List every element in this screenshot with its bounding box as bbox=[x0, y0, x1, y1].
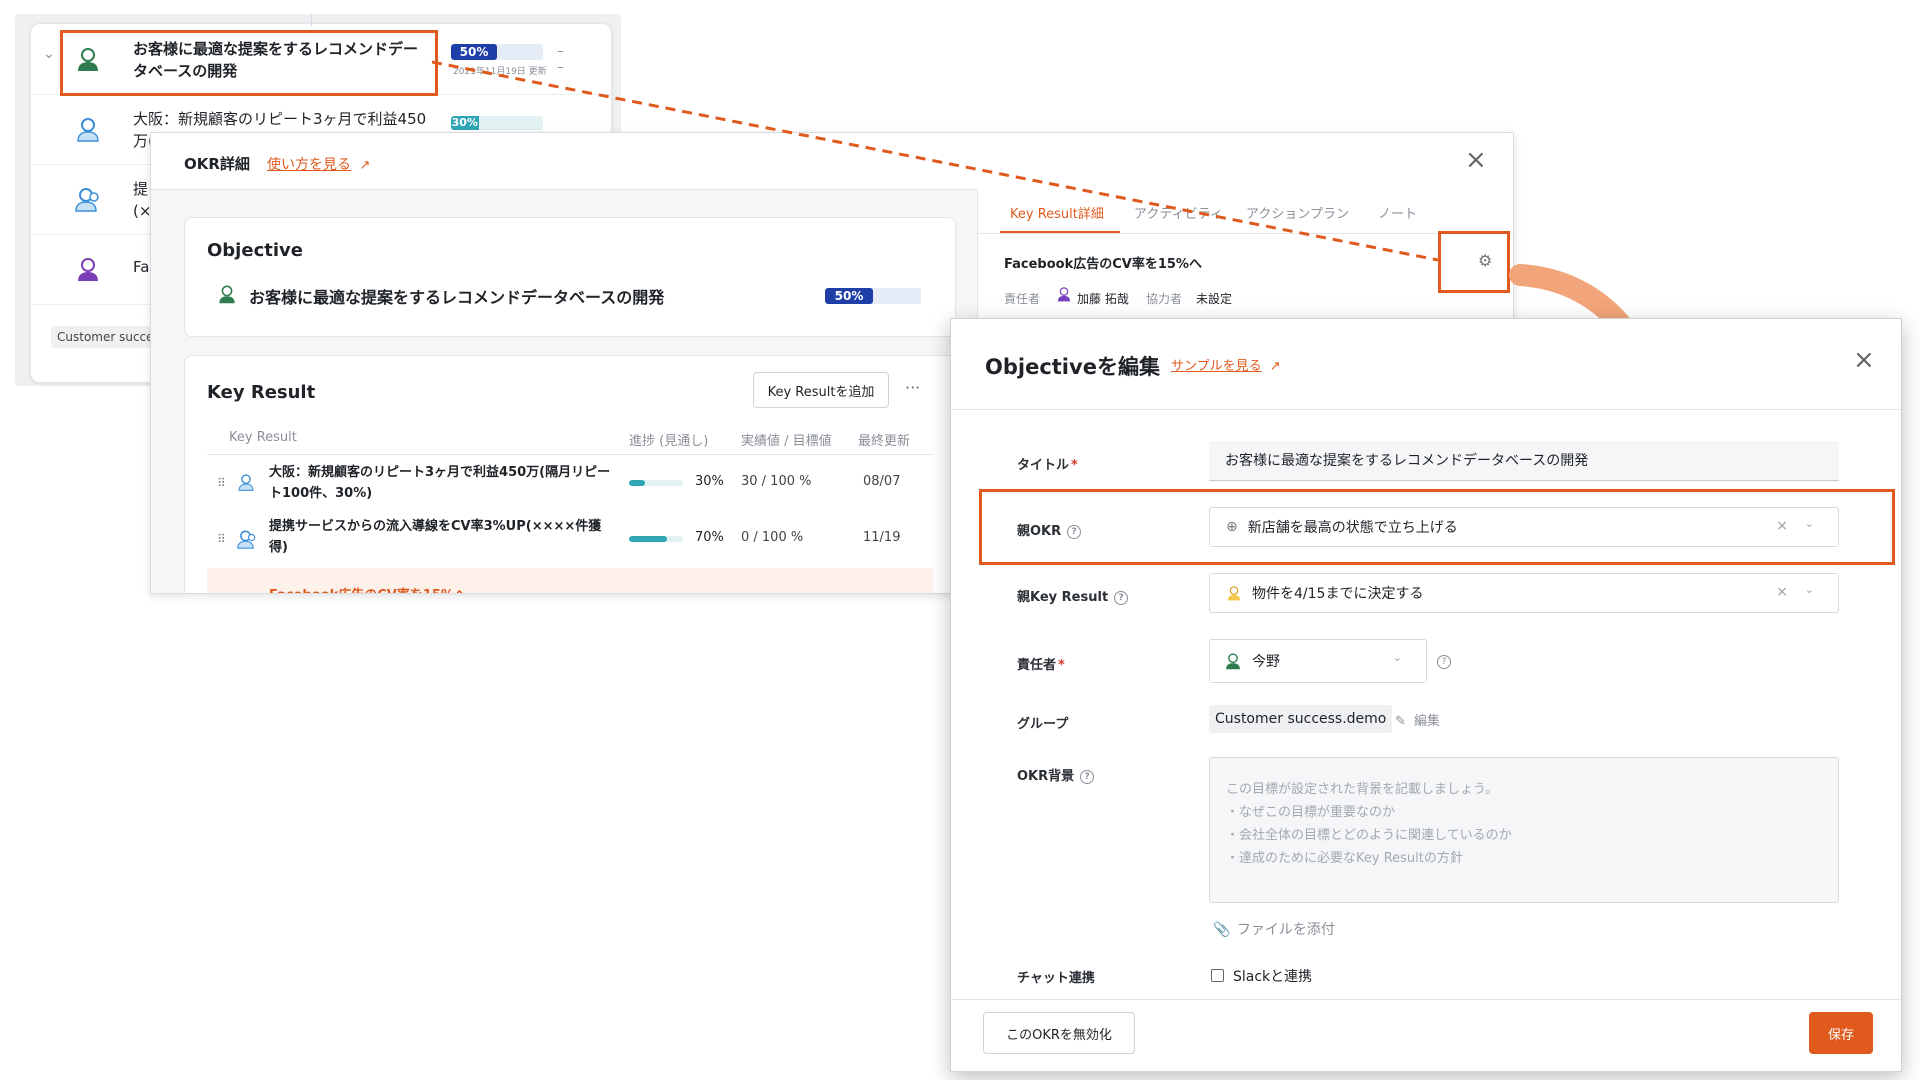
dashed-connector bbox=[431, 60, 1439, 262]
help-icon[interactable]: ? bbox=[1080, 769, 1095, 784]
group-tag: Customer success.demo bbox=[1209, 705, 1393, 733]
divider bbox=[951, 409, 1901, 410]
sample-link[interactable]: サンプルを見る ↗ bbox=[1171, 355, 1281, 374]
user-yellow-icon bbox=[1226, 585, 1242, 601]
attach-file-label: ファイルを添付 bbox=[1236, 922, 1335, 938]
pencil-icon: ✎ bbox=[1395, 714, 1406, 729]
background-placeholder: この目標が設定された背景を記載しましょう。 ・なぜこの目標が重要なのか ・会社全… bbox=[1226, 782, 1512, 866]
help-icon[interactable]: ? bbox=[1437, 655, 1451, 669]
help-icon[interactable]: ? bbox=[1114, 590, 1129, 605]
modal-title: Objectiveを編集 bbox=[985, 355, 1160, 379]
highlight-parent-okr bbox=[979, 489, 1895, 565]
chat-label: チャット連携 bbox=[1017, 971, 1095, 986]
edit-objective-modal: Objectiveを編集 サンプルを見る ↗ × タイトル * お客様に最適な提案… bbox=[950, 318, 1902, 1072]
close-icon[interactable]: × bbox=[1853, 345, 1875, 375]
modal-footer: このOKRを無効化 保存 bbox=[951, 999, 1901, 1071]
sample-link-label: サンプルを見る bbox=[1171, 359, 1262, 374]
group-label: グループ bbox=[1017, 717, 1069, 732]
slack-label: Slackと連携 bbox=[1233, 969, 1313, 985]
disable-okr-button[interactable]: このOKRを無効化 bbox=[983, 1012, 1135, 1054]
user-green-icon bbox=[1224, 652, 1242, 670]
parent-kr-label: 親Key Result? bbox=[1017, 586, 1129, 605]
owner-label: 責任者 * bbox=[1017, 658, 1065, 673]
owner-select[interactable]: 今野 ⌄ bbox=[1209, 639, 1427, 683]
background-textarea[interactable]: この目標が設定された背景を記載しましょう。 ・なぜこの目標が重要なのか ・会社全… bbox=[1209, 757, 1839, 903]
clear-icon[interactable]: × bbox=[1776, 584, 1788, 600]
title-input[interactable]: お客様に最適な提案をするレコメンドデータベースの開発 bbox=[1209, 441, 1839, 481]
group-edit-link[interactable]: ✎ 編集 bbox=[1395, 710, 1440, 729]
parent-kr-select[interactable]: 物件を4/15までに決定する × ⌄ bbox=[1209, 573, 1839, 613]
chevron-down-icon[interactable]: ⌄ bbox=[1393, 651, 1402, 664]
save-button[interactable]: 保存 bbox=[1809, 1012, 1873, 1054]
background-label: OKR背景? bbox=[1017, 765, 1095, 784]
title-label: タイトル * bbox=[1017, 458, 1078, 473]
attach-file-button[interactable]: 📎 ファイルを添付 bbox=[1213, 919, 1335, 939]
group-edit-label: 編集 bbox=[1414, 714, 1441, 729]
chevron-down-icon[interactable]: ⌄ bbox=[1805, 583, 1814, 596]
owner-value: 今野 bbox=[1252, 654, 1280, 670]
parent-kr-value: 物件を4/15までに決定する bbox=[1252, 586, 1424, 602]
external-link-icon: ↗ bbox=[1269, 359, 1281, 374]
slack-checkbox[interactable] bbox=[1211, 969, 1224, 982]
paperclip-icon: 📎 bbox=[1213, 922, 1231, 938]
